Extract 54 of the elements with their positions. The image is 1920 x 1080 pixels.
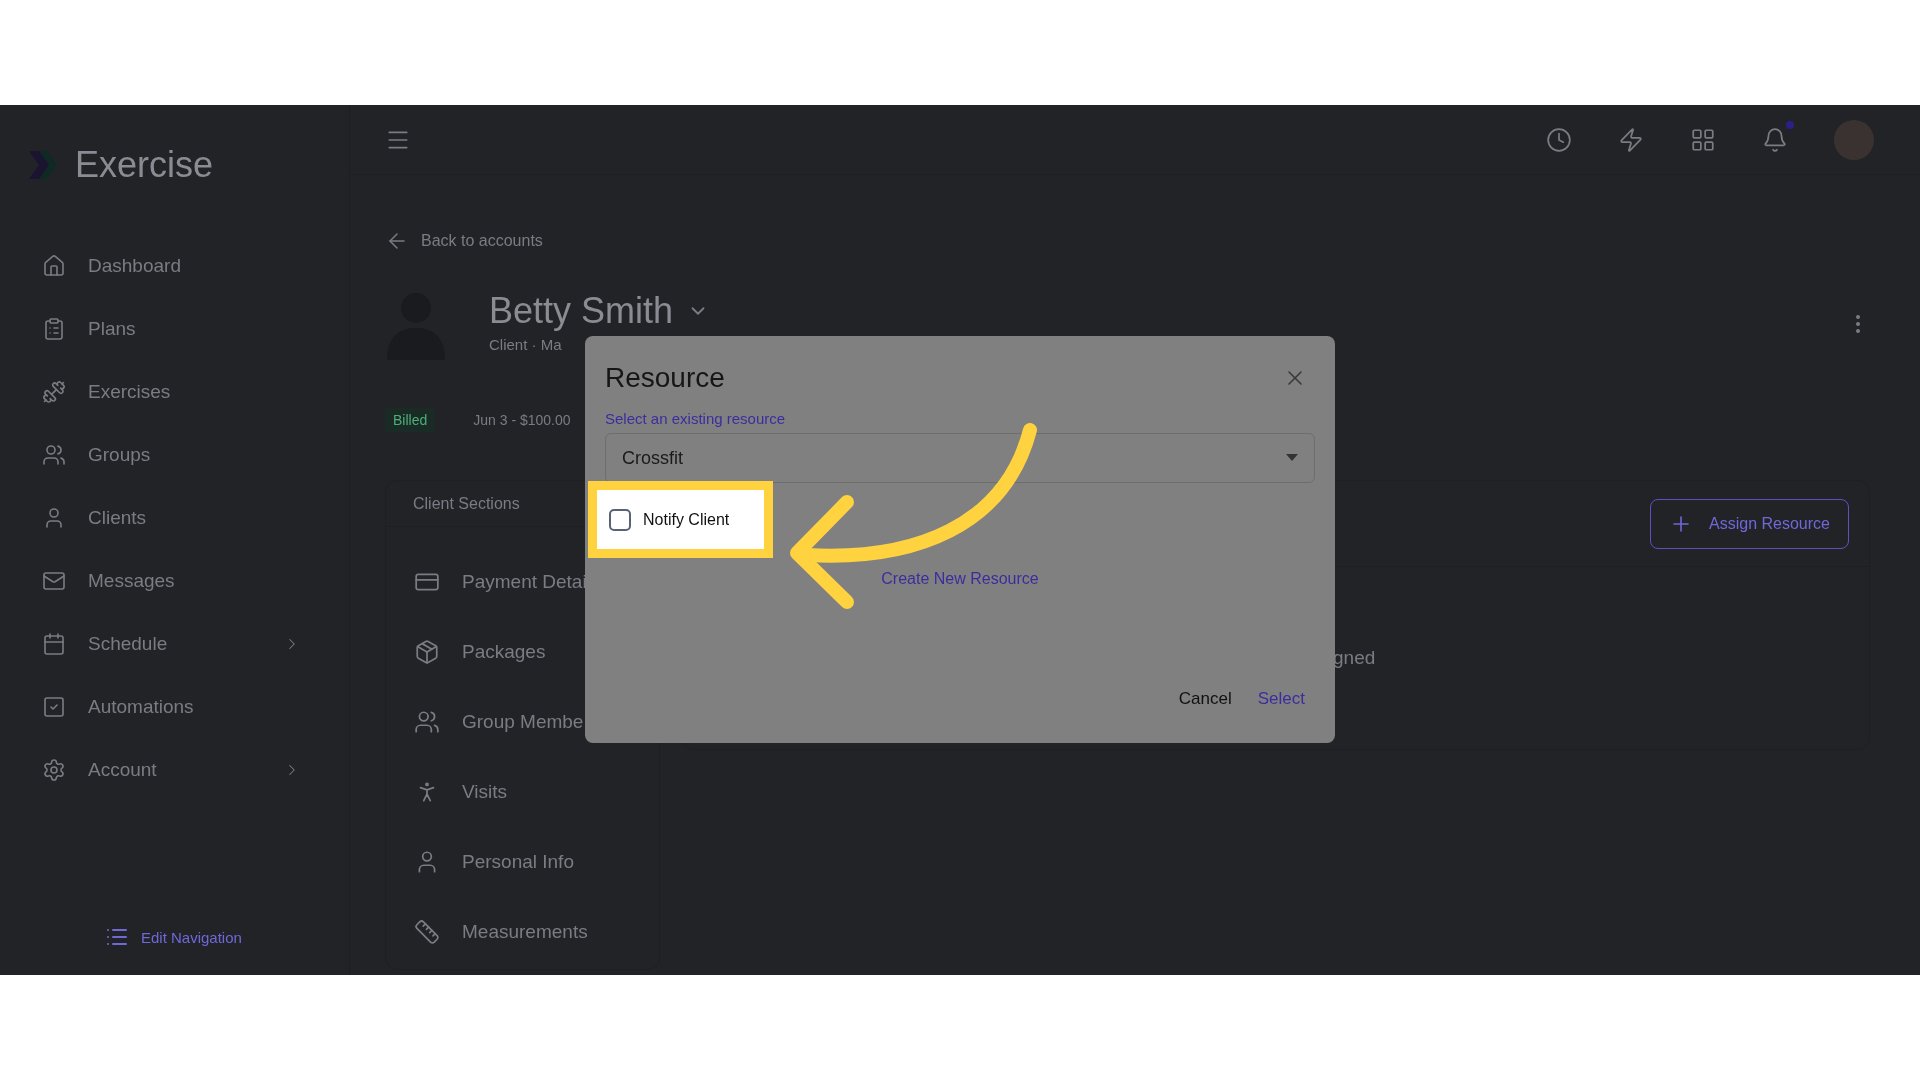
sidebar-item[interactable]: Messages — [0, 549, 349, 612]
house-icon — [42, 253, 66, 278]
clipboard-icon — [42, 316, 66, 341]
notify-checkbox[interactable] — [609, 508, 631, 531]
section-item[interactable]: Measurements — [386, 897, 659, 967]
ruler-icon — [414, 919, 440, 945]
checkbox-icon — [42, 694, 66, 719]
sidebar-item[interactable]: Clients — [0, 486, 349, 549]
edit-navigation-link[interactable]: Edit Navigation — [0, 925, 349, 949]
back-link[interactable]: Back to accounts — [385, 227, 1870, 255]
field-label: Select an existing resource — [605, 410, 787, 428]
calendar-icon — [42, 631, 66, 656]
sidebar-item[interactable]: Exercises — [0, 360, 349, 423]
sidebar-label: Dashboard — [88, 254, 182, 277]
sidebar-item[interactable]: Plans — [0, 297, 349, 360]
dropdown-caret-icon — [1286, 454, 1298, 462]
lightning-icon[interactable] — [1618, 126, 1644, 153]
sidebar-label: Clients — [88, 506, 148, 529]
sidebar-label: Messages — [88, 569, 176, 592]
dialog-title: Resource — [605, 362, 725, 394]
sidebar-label: Automations — [88, 695, 195, 718]
grid-icon[interactable] — [1690, 126, 1716, 153]
dumbbell-icon — [42, 379, 66, 404]
sidebar-item[interactable]: Automations — [0, 675, 349, 738]
sidebar-item[interactable]: Schedule — [0, 612, 349, 675]
bell-icon[interactable] — [1762, 126, 1788, 153]
assign-resource-button[interactable]: Assign Resource — [1650, 498, 1849, 549]
app-name: Exercise — [75, 144, 214, 186]
section-item[interactable]: Payment Detai — [386, 547, 659, 617]
empty-text: gned — [1333, 647, 1376, 669]
section-item[interactable]: Packages — [386, 617, 659, 687]
cancel-button[interactable]: Cancel — [1178, 689, 1232, 709]
sidebar-label: Plans — [88, 317, 137, 340]
billing-text: Jun 3 - $100.00 — [472, 411, 572, 430]
gear-icon — [42, 757, 66, 782]
select-button[interactable]: Select — [1257, 689, 1305, 709]
section-item[interactable]: Visits — [386, 757, 659, 827]
box-icon — [414, 639, 440, 665]
sidebar-item[interactable]: Account — [0, 738, 349, 801]
sidebar-label: Account — [88, 758, 158, 781]
client-name: Betty Smith — [489, 290, 674, 332]
people-icon — [42, 442, 66, 467]
section-item[interactable]: Personal Info — [386, 827, 659, 897]
create-resource-link[interactable]: Create New Resource — [881, 570, 1039, 590]
sidebar-item[interactable]: Dashboard — [0, 234, 349, 297]
status-badge: Billed — [385, 408, 436, 432]
sidebar-label: Groups — [88, 443, 152, 466]
client-subtitle: Client · Ma — [489, 336, 563, 353]
section-item[interactable]: Group Membe — [386, 687, 659, 757]
people-icon — [414, 709, 440, 735]
clock-icon[interactable] — [1546, 126, 1572, 153]
sidebar-item[interactable]: Groups — [0, 423, 349, 486]
sidebar-label: Exercises — [88, 380, 172, 403]
sidebar-label: Schedule — [88, 632, 169, 655]
